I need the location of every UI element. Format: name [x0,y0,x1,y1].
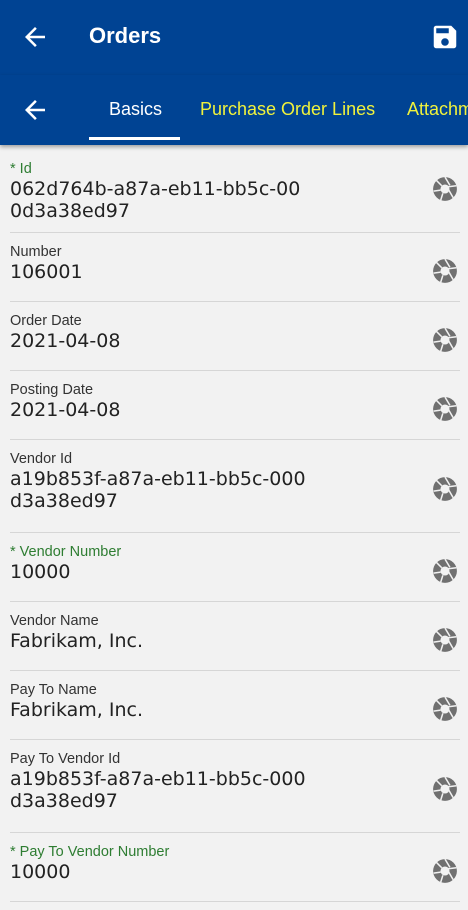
tab-attachments[interactable]: Attachments [407,99,468,120]
field-label: Pay To Vendor Id [10,751,121,767]
field-number[interactable]: Number 106001 [10,233,460,302]
camera-shutter-icon[interactable] [432,258,458,284]
camera-shutter-icon[interactable] [432,776,458,802]
field-value: Fabrikam, Inc. [10,699,144,721]
field-value: a19b853f-a87a-eb11-bb5c-000d3a38ed97 [10,468,306,512]
field-value: 2021-04-08 [10,330,121,352]
field-label: Number [10,244,62,260]
field-label: Order Date [10,313,82,329]
field-value: 062d764b-a87a-eb11-bb5c-000d3a38ed97 [10,178,301,222]
tab-bar: Basics Purchase Order Lines Attachments [0,75,468,145]
camera-shutter-icon[interactable] [432,858,458,884]
tab-back-arrow-icon[interactable] [20,95,50,125]
field-id[interactable]: * Id 062d764b-a87a-eb11-bb5c-000d3a38ed9… [10,150,460,233]
camera-shutter-icon[interactable] [432,696,458,722]
field-value: a19b853f-a87a-eb11-bb5c-000d3a38ed97 [10,768,306,812]
tab-basics[interactable]: Basics [109,99,162,120]
field-label: Posting Date [10,382,94,398]
field-label: * Vendor Number [10,544,122,560]
field-vendor-id[interactable]: Vendor Id a19b853f-a87a-eb11-bb5c-000d3a… [10,440,460,533]
field-vendor-number[interactable]: * Vendor Number 10000 [10,533,460,602]
field-label: Vendor Name [10,613,99,629]
save-icon[interactable] [430,22,460,52]
field-label: * Id [10,161,32,177]
back-arrow-icon[interactable] [20,22,50,52]
field-order-date[interactable]: Order Date 2021-04-08 [10,302,460,371]
page-title: Orders [89,23,162,48]
field-value: 10000 [10,561,71,583]
field-value: Fabrikam, Inc. [10,630,144,652]
camera-shutter-icon[interactable] [432,627,458,653]
field-value: 2021-04-08 [10,399,121,421]
camera-shutter-icon[interactable] [432,176,458,202]
app-bar: Orders [0,0,468,75]
camera-shutter-icon[interactable] [432,327,458,353]
field-label: * Pay To Vendor Number [10,844,170,860]
field-vendor-name[interactable]: Vendor Name Fabrikam, Inc. [10,602,460,671]
active-tab-indicator [89,137,180,140]
field-posting-date[interactable]: Posting Date 2021-04-08 [10,371,460,440]
field-pay-to-name[interactable]: Pay To Name Fabrikam, Inc. [10,671,460,740]
field-pay-to-vendor-id[interactable]: Pay To Vendor Id a19b853f-a87a-eb11-bb5c… [10,740,460,833]
field-value: 106001 [10,261,83,283]
field-label: Vendor Id [10,451,73,467]
field-list: * Id 062d764b-a87a-eb11-bb5c-000d3a38ed9… [0,150,468,902]
tab-purchase-order-lines[interactable]: Purchase Order Lines [200,99,375,120]
field-label: Pay To Name [10,682,97,698]
camera-shutter-icon[interactable] [432,396,458,422]
field-value: 10000 [10,861,71,883]
field-pay-to-vendor-number[interactable]: * Pay To Vendor Number 10000 [10,833,460,902]
camera-shutter-icon[interactable] [432,558,458,584]
camera-shutter-icon[interactable] [432,476,458,502]
